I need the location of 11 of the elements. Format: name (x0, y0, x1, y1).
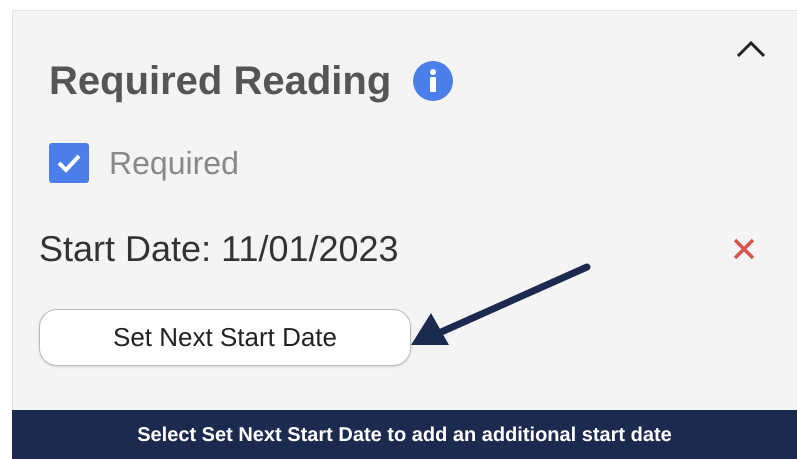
collapse-button[interactable] (735, 39, 767, 59)
required-checkbox[interactable] (49, 143, 89, 183)
start-date-text: Start Date: 11/01/2023 (39, 231, 399, 267)
caption-text: Select Set Next Start Date to add an additional start date (137, 422, 672, 448)
checkbox-label: Required (109, 144, 239, 183)
chevron-up-icon (735, 39, 767, 59)
set-next-start-date-button[interactable]: Set Next Start Date (39, 309, 411, 366)
check-icon (56, 152, 82, 174)
info-icon[interactable] (413, 61, 454, 101)
panel-title: Required Reading (49, 61, 392, 101)
close-icon[interactable] (733, 238, 755, 260)
